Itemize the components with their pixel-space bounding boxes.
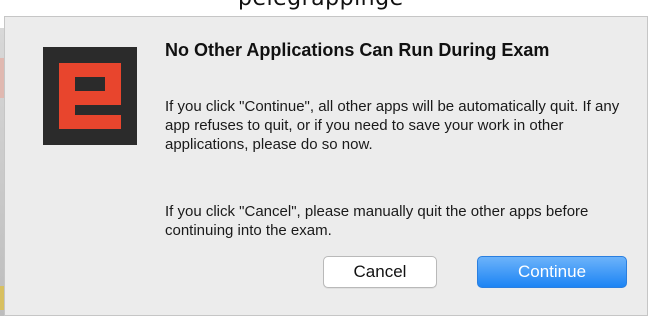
alert-dialog: No Other Applications Can Run During Exa… (4, 16, 648, 316)
background-window-title: pelegrappinge (238, 0, 404, 11)
continue-button[interactable]: Continue (477, 256, 627, 288)
dialog-title: No Other Applications Can Run During Exa… (165, 40, 550, 60)
dialog-message-cancel: If you click "Cancel", please manually q… (165, 203, 589, 239)
cancel-button[interactable]: Cancel (323, 256, 437, 288)
exam-app-icon (43, 47, 137, 145)
dialog-message-continue: If you click "Continue", all other apps … (165, 98, 620, 153)
